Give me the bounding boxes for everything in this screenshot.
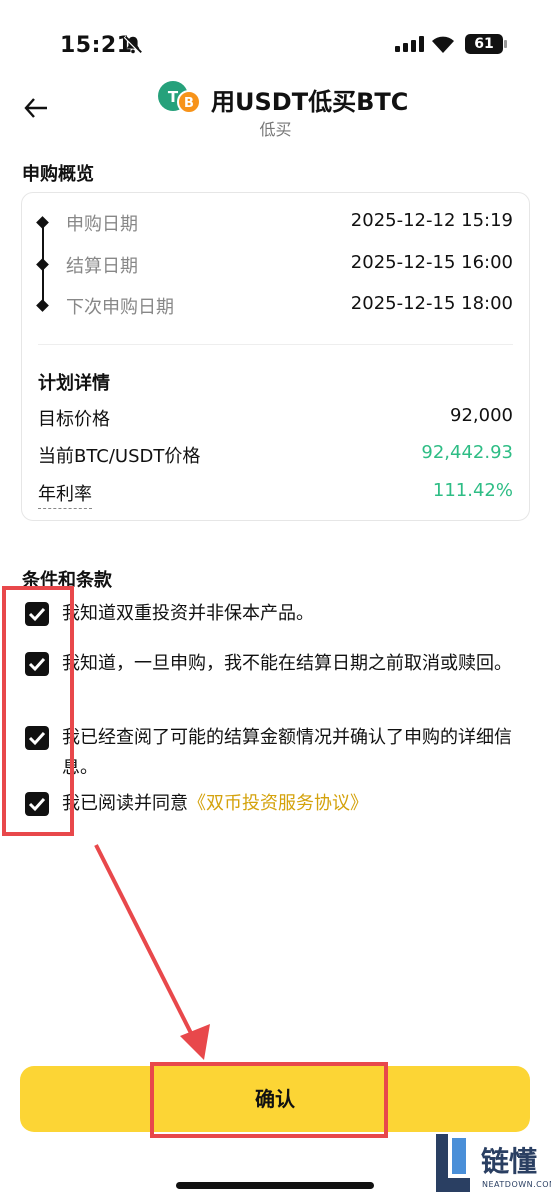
annotation-box-checkboxes [2,586,74,836]
settlement-date-value: 2025-12-15 16:00 [350,252,513,273]
timeline-dot [36,299,49,312]
bell-muted-icon [123,35,143,55]
apr-value: 111.42% [432,480,513,501]
status-bar: 15:21 61 [0,0,551,80]
timeline-dot [36,258,49,271]
page-subtitle: 低买 [259,120,292,139]
current-price-value: 92,442.93 [421,442,513,463]
target-price-value: 92,000 [450,405,513,426]
term-text-prefix: 我已阅读并同意 [62,793,188,814]
current-price-label: 当前BTC/USDT价格 [38,446,201,467]
term-text: 我已经查阅了可能的结算金额情况并确认了申购的详细信息。 [62,727,512,778]
next-subscription-date-label: 下次申购日期 [66,297,174,318]
term-item[interactable]: 我知道，一旦申购，我不能在结算日期之前取消或赎回。 [25,652,512,714]
watermark-logo-icon [436,1134,470,1192]
term-item[interactable]: 我已经查阅了可能的结算金额情况并确认了申购的详细信息。 [25,726,512,788]
usdt-btc-pair-icon: T B [158,81,201,114]
page-title: 用USDT低买BTC [211,88,409,116]
settlement-date-label: 结算日期 [66,256,138,277]
svg-text:B: B [184,96,194,111]
subscription-date-value: 2025-12-12 15:19 [350,210,513,231]
battery-cap [504,40,507,48]
overview-card: 申购日期 2025-12-12 15:19 结算日期 2025-12-15 16… [21,192,530,521]
cellular-signal-icon [395,36,424,52]
home-indicator [176,1182,374,1189]
plan-details-title: 计划详情 [38,373,110,394]
apr-label[interactable]: 年利率 [38,480,92,509]
watermark-subtext: NEATDOWN.COM [482,1180,551,1189]
watermark-text: 链懂 [481,1145,538,1178]
service-agreement-link[interactable]: 《双币投资服务协议》 [188,793,368,814]
term-text: 我已阅读并同意《双币投资服务协议》 [62,789,512,819]
term-text: 我知道，一旦申购，我不能在结算日期之前取消或赎回。 [62,653,512,674]
battery-indicator: 61 [465,34,503,54]
target-price-label: 目标价格 [38,409,110,430]
subscription-date-label: 申购日期 [66,214,138,235]
wifi-icon [432,36,454,53]
divider [38,344,513,345]
term-item[interactable]: 我知道双重投资并非保本产品。 [25,602,505,634]
annotation-box-confirm [150,1062,388,1138]
overview-title: 申购概览 [22,164,94,185]
timeline-dot [36,216,49,229]
term-item[interactable]: 我已阅读并同意《双币投资服务协议》 [25,792,505,824]
term-text: 我知道双重投资并非保本产品。 [62,603,314,624]
next-subscription-date-value: 2025-12-15 18:00 [350,293,513,314]
